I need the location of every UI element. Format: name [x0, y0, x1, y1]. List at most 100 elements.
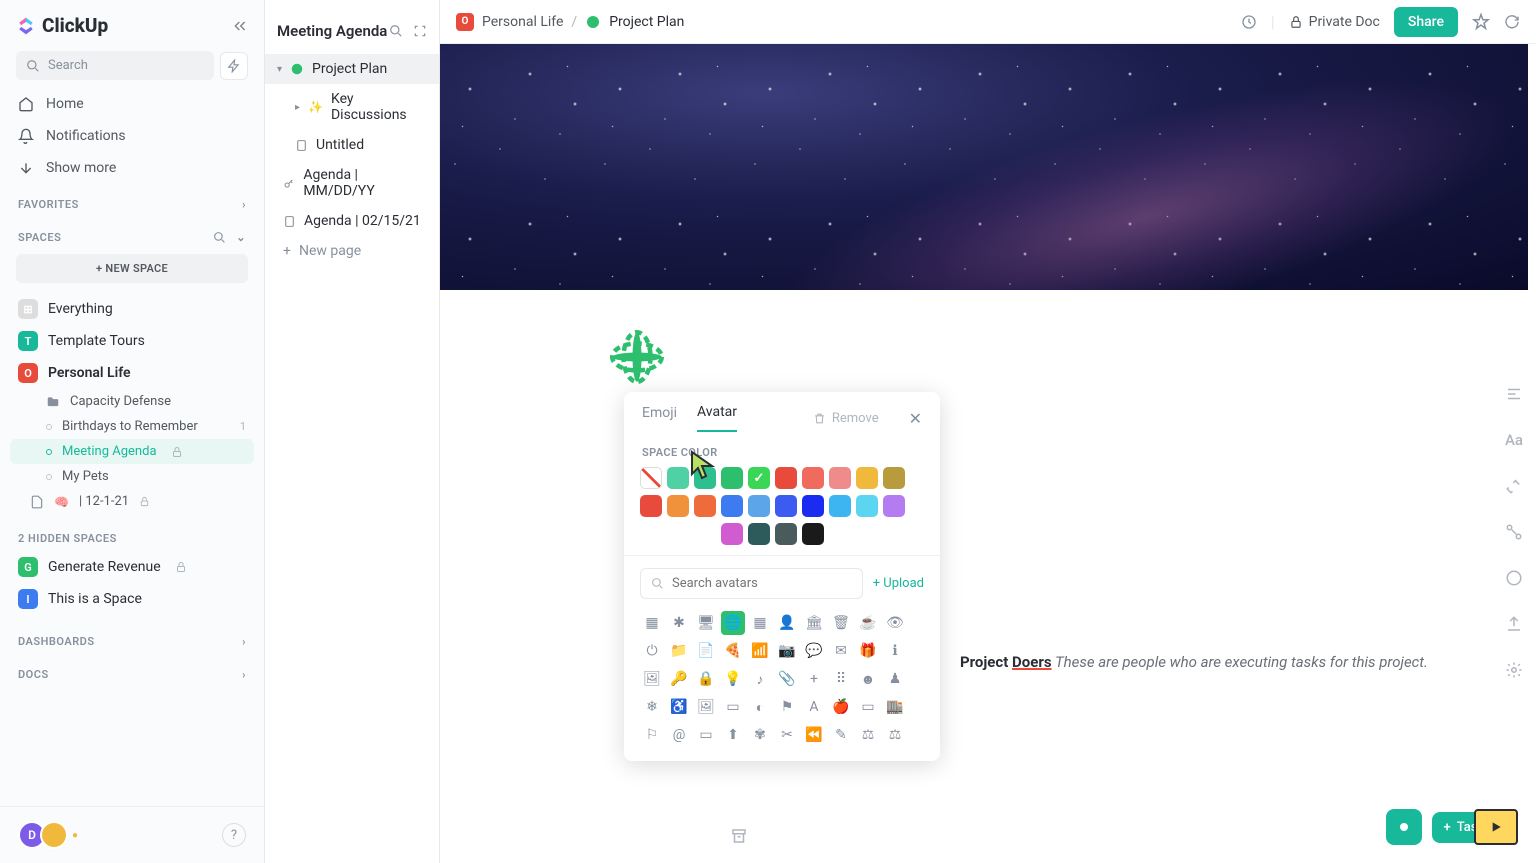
avatar-icon[interactable]: ⚐ — [640, 723, 664, 747]
avatar-icon[interactable]: + — [802, 667, 826, 691]
upload-button[interactable]: + Upload — [873, 576, 924, 591]
avatar-icon[interactable]: ▭ — [856, 695, 880, 719]
avatar-icon[interactable]: ✂ — [775, 723, 799, 747]
avatar-icon[interactable]: 🔒 — [694, 667, 718, 691]
refresh-icon[interactable] — [1504, 14, 1520, 30]
space-generate-revenue[interactable]: G Generate Revenue — [0, 551, 264, 583]
space-this-is-a-space[interactable]: I This is a Space — [0, 583, 264, 615]
avatar-icon[interactable]: 📎 — [775, 667, 799, 691]
search-input[interactable]: Search — [16, 51, 214, 80]
magic-icon[interactable] — [1500, 472, 1528, 500]
ai-button[interactable] — [220, 52, 248, 80]
avatar-icon[interactable]: ☕ — [856, 611, 880, 635]
color-swatch[interactable] — [775, 495, 797, 517]
share-button[interactable]: Share — [1394, 7, 1458, 37]
user-avatars[interactable]: D ● — [18, 821, 78, 849]
font-icon[interactable]: Aa — [1500, 426, 1528, 454]
avatar-icon[interactable]: 🎁 — [856, 639, 880, 663]
color-swatch[interactable] — [721, 523, 743, 545]
export-icon[interactable] — [1500, 610, 1528, 638]
avatar-icon[interactable]: 💬 — [802, 639, 826, 663]
color-swatch[interactable] — [748, 467, 770, 489]
avatar-icon[interactable]: ⠿ — [829, 667, 853, 691]
avatar-icon[interactable]: 🍕 — [721, 639, 745, 663]
outline-key-discussions[interactable]: ▸ ✨ Key Discussions — [265, 84, 439, 130]
color-swatch[interactable] — [802, 495, 824, 517]
color-swatch[interactable] — [883, 495, 905, 517]
search-icon[interactable] — [389, 24, 403, 38]
help-button[interactable]: ? — [222, 823, 246, 847]
avatar-icon[interactable]: 🗑 — [829, 611, 853, 635]
avatar-icon[interactable]: ✉ — [829, 639, 853, 663]
spaces-section[interactable]: SPACES ⌄ — [0, 217, 264, 250]
avatar-icon[interactable]: ⚖ — [856, 723, 880, 747]
avatar-icon[interactable]: ♪ — [748, 667, 772, 691]
privacy-toggle[interactable]: Private Doc — [1289, 14, 1380, 30]
avatar-icon[interactable]: 📶 — [748, 639, 772, 663]
avatar-icon[interactable]: 🖼 — [694, 695, 718, 719]
list-capacity-defense[interactable]: Capacity Defense — [0, 389, 264, 414]
color-swatch[interactable] — [856, 495, 878, 517]
nav-notifications[interactable]: Notifications — [0, 120, 264, 152]
search-icon[interactable] — [213, 231, 226, 244]
cover-image[interactable] — [440, 44, 1528, 290]
color-swatch[interactable] — [775, 523, 797, 545]
color-swatch[interactable] — [802, 523, 824, 545]
doc-paragraph[interactable]: Project Doers These are people who are e… — [960, 650, 1428, 676]
avatar-icon[interactable]: ⬆ — [721, 723, 745, 747]
avatar-icon[interactable]: 📷 — [775, 639, 799, 663]
avatar-icon[interactable]: 👁 — [883, 611, 907, 635]
hidden-spaces-section[interactable]: 2 HIDDEN SPACES — [0, 514, 264, 551]
avatar-icon[interactable]: A — [802, 695, 826, 719]
avatar-icon[interactable]: 🔑 — [667, 667, 691, 691]
play-button[interactable] — [1474, 809, 1518, 845]
color-swatch[interactable] — [775, 467, 797, 489]
list-meeting-agenda[interactable]: Meeting Agenda — [10, 439, 254, 464]
avatar-icon[interactable]: ⏻ — [640, 639, 664, 663]
outline-agenda-template[interactable]: Agenda | MM/DD/YY — [265, 160, 439, 206]
settings-icon[interactable] — [1500, 656, 1528, 684]
avatar-icon[interactable]: ❄ — [640, 695, 664, 719]
avatar-icon[interactable]: ♟ — [883, 667, 907, 691]
avatar-icon[interactable]: ☻ — [856, 667, 880, 691]
collapse-sidebar-icon[interactable] — [232, 18, 248, 34]
breadcrumb-doc[interactable]: Project Plan — [609, 14, 684, 30]
avatar-icon[interactable]: 👤 — [775, 611, 799, 635]
avatar-icon[interactable]: @ — [667, 723, 691, 747]
favorites-section[interactable]: FAVORITES › — [0, 184, 264, 217]
history-icon[interactable] — [1241, 14, 1257, 30]
doc-icon-globe[interactable] — [610, 330, 664, 384]
logo[interactable]: ClickUp — [16, 14, 108, 37]
color-swatch[interactable] — [802, 467, 824, 489]
avatar-icon[interactable]: ⚑ — [775, 695, 799, 719]
space-everything[interactable]: ⊞ Everything — [0, 293, 264, 325]
nav-home[interactable]: Home — [0, 88, 264, 120]
outline-agenda-dated[interactable]: Agenda | 02/15/21 — [265, 206, 439, 236]
color-swatch[interactable] — [667, 495, 689, 517]
tab-emoji[interactable]: Emoji — [642, 405, 677, 431]
color-swatch[interactable] — [748, 495, 770, 517]
avatar-icon[interactable]: ♿ — [667, 695, 691, 719]
outline-icon[interactable] — [1500, 380, 1528, 408]
color-swatch[interactable] — [640, 495, 662, 517]
outline-untitled[interactable]: Untitled — [265, 130, 439, 160]
list-birthdays[interactable]: Birthdays to Remember 1 — [0, 414, 264, 439]
avatar-icon[interactable]: ⚖ — [883, 723, 907, 747]
relations-icon[interactable] — [1500, 518, 1528, 546]
avatar-icon[interactable]: 🏛 — [802, 611, 826, 635]
avatar-icon[interactable]: ✱ — [667, 611, 691, 635]
breadcrumb-space[interactable]: Personal Life — [482, 14, 563, 30]
space-template-tours[interactable]: T Template Tours — [0, 325, 264, 357]
remove-avatar-button[interactable]: Remove — [813, 411, 879, 426]
archive-tray-icon[interactable] — [730, 827, 748, 845]
comment-icon[interactable] — [1500, 564, 1528, 592]
close-button[interactable]: ✕ — [909, 409, 922, 428]
doc-12-1-21[interactable]: 🧠 | 12-1-21 — [0, 489, 264, 514]
avatar-icon[interactable]: 📁 — [667, 639, 691, 663]
tab-avatar[interactable]: Avatar — [697, 404, 737, 432]
color-swatch[interactable] — [748, 523, 770, 545]
avatar-icon[interactable]: ℹ — [883, 639, 907, 663]
avatar-search-input[interactable] — [640, 568, 863, 599]
color-swatch[interactable] — [829, 495, 851, 517]
outline-project-plan[interactable]: ▾ Project Plan — [265, 54, 439, 84]
